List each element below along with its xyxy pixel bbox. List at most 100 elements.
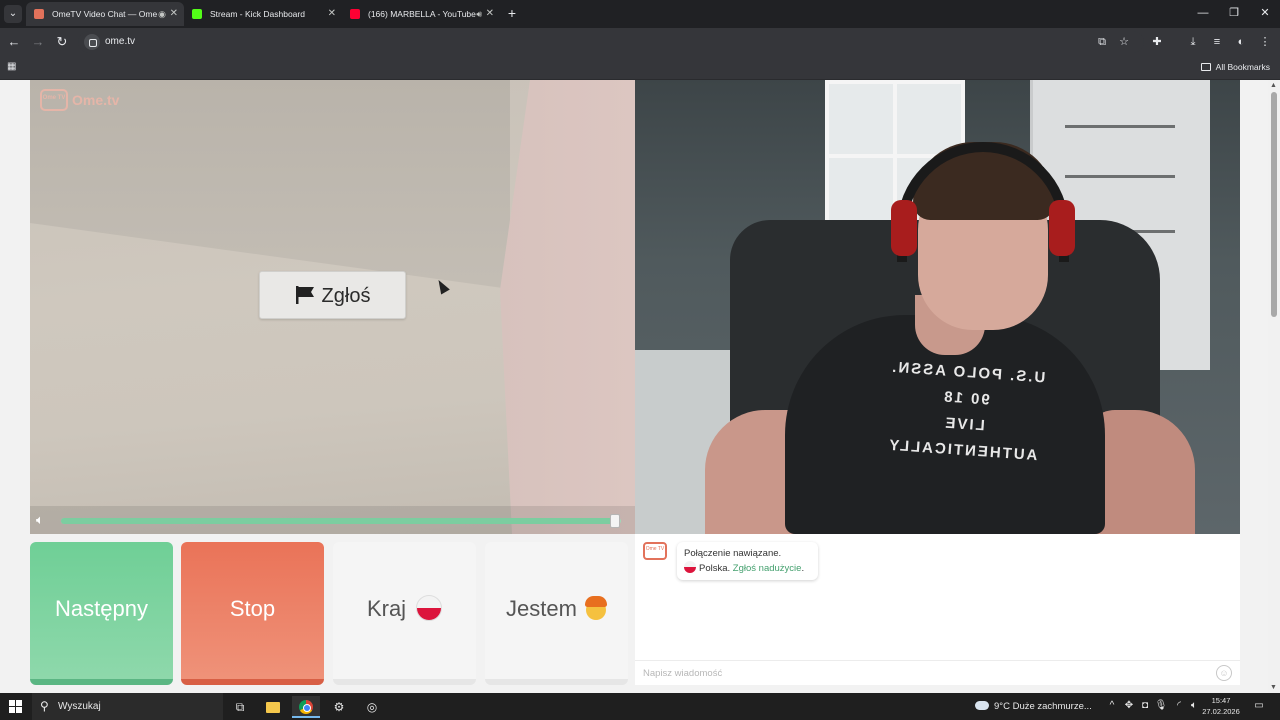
bookmarks-bar: ▦ All Bookmarks [0,56,1280,80]
system-message: Połączenie nawiązane. Polska. Zgłoś nadu… [677,542,818,580]
tray-app-icon[interactable]: ✥ [1122,699,1136,713]
notifications-icon[interactable]: ▭ [1252,699,1266,713]
network-icon[interactable]: ◜ [1172,699,1186,713]
chrome-icon[interactable] [292,696,320,718]
browser-toolbar: ← → ↻ ome.tv ⧉ ☆ ✚ ⤓ ≡ ◐ ⋮ [0,28,1280,56]
headphone-cup-left [891,200,917,256]
volume-slider[interactable] [61,514,621,528]
country-select-button[interactable]: Kraj [333,542,476,685]
clock-date: 27.02.2026 [1202,707,1240,716]
all-bookmarks-label: All Bookmarks [1215,62,1270,72]
country-label: Kraj [366,596,407,621]
gender-select-button[interactable]: Jestem [485,542,628,685]
page-scrollbar[interactable]: ▲ ▼ [1268,80,1280,693]
tab-title: Stream - Kick Dashboard [210,9,305,19]
kick-favicon-icon [192,9,202,19]
windows-taskbar: ⚲ Wyszukaj ⧉ ⚙ ◎ 9°C Duże zachmurze... ^… [0,693,1280,720]
message-input-area: ☺ [635,660,1240,685]
tray-camera-icon[interactable]: ◘ [1138,699,1152,713]
wall-corner [500,80,635,534]
weather-text: 9°C Duże zachmurze... [994,701,1092,712]
task-view-icon[interactable]: ⧉ [226,696,254,718]
downloads-icon[interactable]: ⤓ [1185,34,1201,50]
recording-icon: ◉ [158,9,166,19]
microphone-icon[interactable]: 🎙︎ [1154,699,1168,713]
recording-app-icon[interactable]: ◎ [358,696,386,718]
door-panel-line [1065,175,1175,178]
restore-icon[interactable]: ❐ [1219,4,1249,22]
cloud-icon [975,701,989,710]
gender-label: Jestem [506,596,577,621]
new-tab-button[interactable]: + [505,4,519,22]
stop-button[interactable]: Stop [181,542,324,685]
reload-icon[interactable]: ↻ [53,33,71,51]
tv-logo-icon: Ome TV [40,89,68,111]
install-app-icon[interactable]: ⧉ [1094,34,1110,50]
shirt-logo: U.S. POLO ASSN. 90 18 LIVE AUTHENTICALLY [886,358,1046,465]
apps-grid-icon[interactable]: ▦ [7,61,19,73]
emoji-picker-icon[interactable]: ☺ [1216,665,1232,681]
tab-search-button[interactable]: ⌄ [4,5,22,23]
site-info-icon[interactable] [84,34,100,50]
all-bookmarks-button[interactable]: All Bookmarks [1200,56,1270,78]
address-bar[interactable]: ome.tv [78,31,1144,53]
extensions-icon[interactable]: ✚ [1149,34,1165,50]
file-explorer-icon[interactable] [259,696,287,718]
tab-youtube[interactable]: (166) MARBELLA - YouTube 🔊︎ ✕ [342,2,500,26]
volume-control: 🔈︎ [30,506,635,534]
message-input[interactable] [635,661,1205,685]
bookmark-star-icon[interactable]: ☆ [1116,34,1132,50]
folder-icon [1200,63,1211,71]
scroll-down-icon[interactable]: ▼ [1270,684,1277,691]
minimize-icon[interactable]: — [1188,4,1218,22]
youtube-favicon-icon [350,9,360,19]
flag-icon [295,286,314,304]
volume-tray-icon[interactable]: 🔈︎ [1187,699,1201,713]
next-button[interactable]: Następny [30,542,173,685]
report-abuse-link[interactable]: Zgłoś nadużycie [733,563,802,574]
system-clock[interactable]: 15:47 27.02.2026 [1200,695,1242,717]
windows-start-icon[interactable] [9,700,22,713]
tab-title: (166) MARBELLA - YouTube [368,9,476,19]
ometv-page: Ome TV Ome.tv Zgłoś 🔈︎ U.S. POLO ASSN. 9… [0,80,1280,693]
poland-flag-icon [684,561,696,573]
volume-handle[interactable] [610,514,621,528]
menu-icon[interactable]: ⋮ [1257,34,1273,50]
show-hidden-icons-icon[interactable]: ^ [1105,699,1119,713]
weather-widget[interactable]: 9°C Duże zachmurze... [975,693,1092,720]
close-tab-icon[interactable]: ✕ [170,2,178,26]
ometv-logo: Ome TV Ome.tv [40,88,119,112]
taskbar-search[interactable]: ⚲ Wyszukaj [32,693,223,720]
headphone-cup-right [1049,200,1075,256]
media-controls-icon[interactable]: ≡ [1209,34,1225,50]
tab-title: OmeTV Video Chat — Ome [52,9,158,19]
door-panel-line [1065,125,1175,128]
forward-icon[interactable]: → [29,33,47,51]
profile-avatar-icon[interactable]: ◐ [1233,34,1249,50]
link-suffix: . [801,563,805,574]
settings-gear-icon[interactable]: ⚙ [325,696,353,718]
boy-emoji-icon [584,596,607,620]
stop-label: Stop [229,596,276,621]
clock-time: 15:47 [1211,696,1231,705]
country-name: Polska. [699,563,731,574]
close-window-icon[interactable]: ✕ [1250,4,1280,22]
tab-strip: ⌄ OmeTV Video Chat — Ome ◉ ✕ Stream - Ki… [0,0,1280,28]
back-icon[interactable]: ← [5,33,23,51]
poland-flag-icon [416,595,443,621]
speaker-icon[interactable]: 🔈︎ [36,512,44,528]
report-button[interactable]: Zgłoś [259,271,406,319]
close-tab-icon[interactable]: ✕ [486,2,494,26]
scroll-up-icon[interactable]: ▲ [1270,82,1277,89]
audio-playing-icon[interactable]: 🔊︎ [476,2,482,26]
connection-status: Połączenie nawiązane. [684,548,782,559]
url-text[interactable]: ome.tv [105,31,135,53]
logo-text: Ome.tv [72,92,120,108]
close-tab-icon[interactable]: ✕ [328,2,336,26]
tab-ometv[interactable]: OmeTV Video Chat — Ome ◉ ✕ [26,2,184,26]
wall-shading [30,80,510,289]
next-label: Następny [55,596,148,621]
ometv-chat-badge-icon: Ome TV [643,542,667,560]
tab-kick-dashboard[interactable]: Stream - Kick Dashboard ✕ [184,2,342,26]
scroll-thumb[interactable] [1271,92,1277,317]
